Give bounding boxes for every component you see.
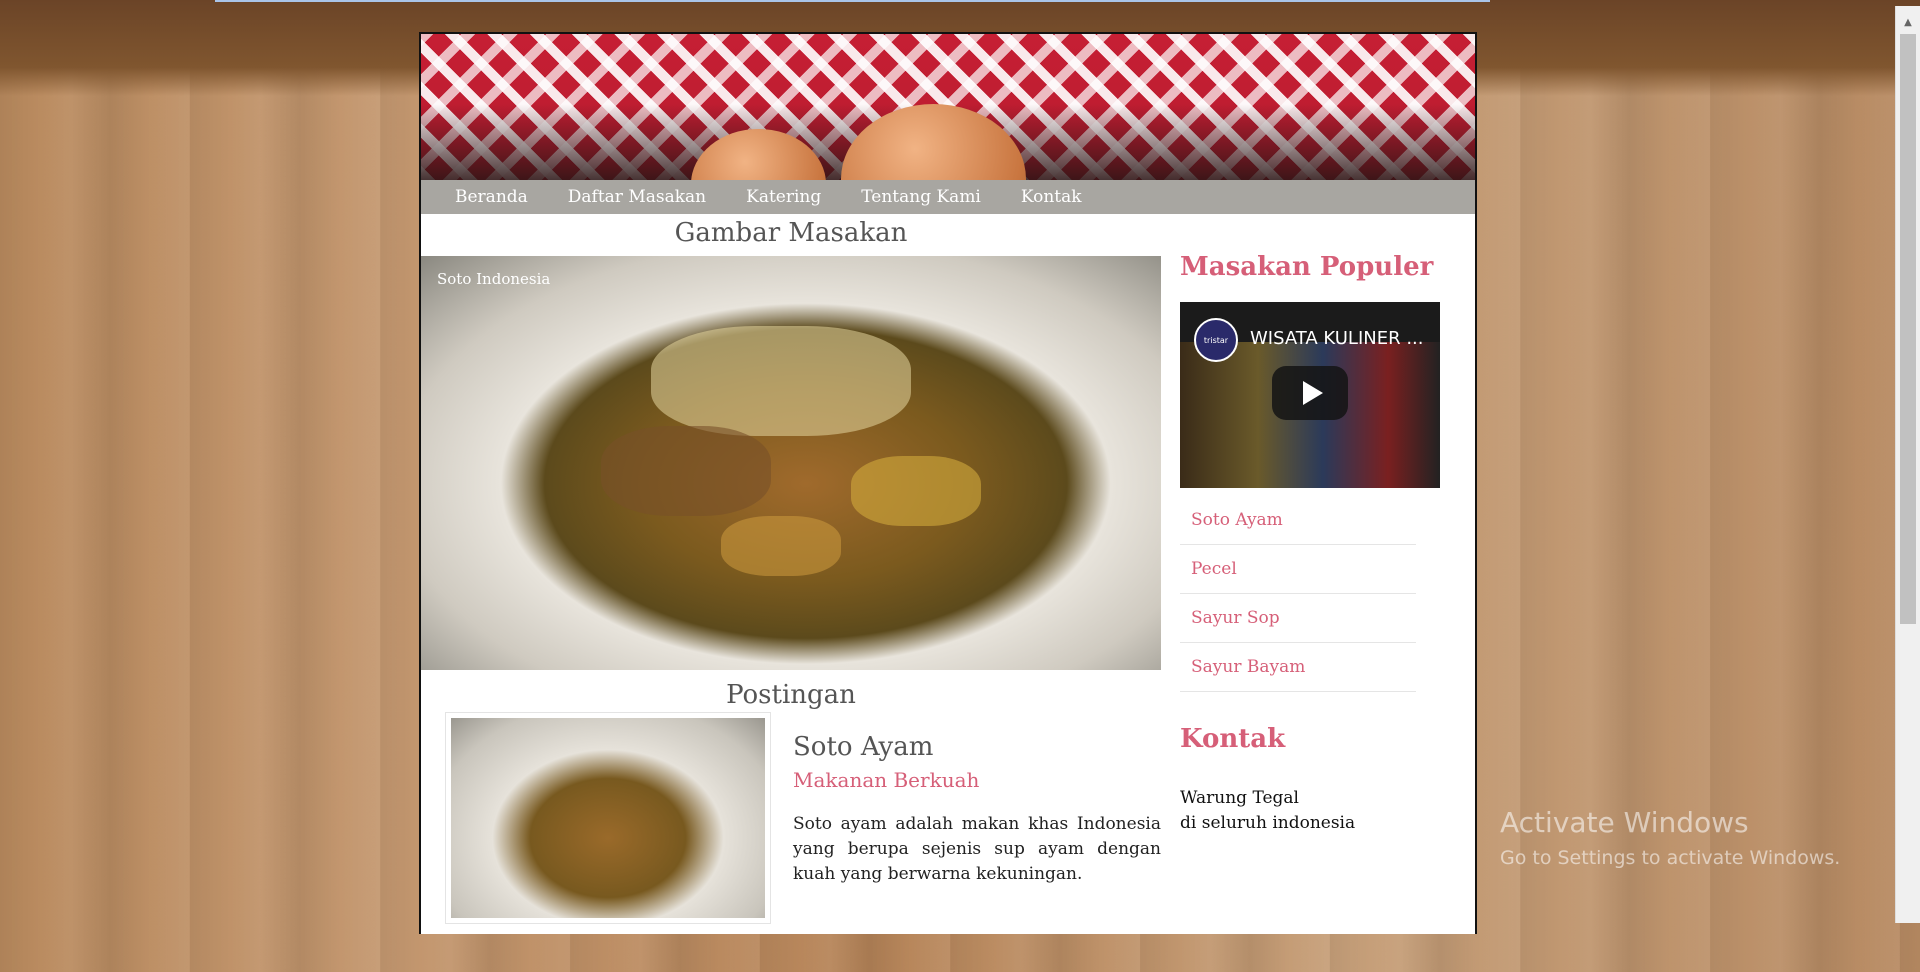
- contact-title: Kontak: [1180, 724, 1286, 754]
- main-nav: Beranda Daftar Masakan Katering Tentang …: [421, 180, 1475, 214]
- page-container: Beranda Daftar Masakan Katering Tentang …: [419, 32, 1477, 934]
- post-body: Soto ayam adalah makan khas Indonesia ya…: [793, 814, 1161, 884]
- nav-daftar-masakan[interactable]: Daftar Masakan: [568, 187, 706, 207]
- contact-line: Warung Tegal: [1180, 788, 1299, 808]
- nav-beranda[interactable]: Beranda: [455, 187, 528, 207]
- list-item: Pecel: [1180, 545, 1416, 594]
- video-embed[interactable]: tristar WISATA KULINER ...: [1180, 302, 1440, 488]
- contact-line: di seluruh indonesia: [1180, 813, 1356, 833]
- nav-kontak[interactable]: Kontak: [1021, 187, 1082, 207]
- posts-title: Postingan: [726, 680, 856, 710]
- channel-avatar[interactable]: tristar: [1194, 318, 1238, 362]
- hero-caption: Soto Indonesia: [437, 270, 551, 288]
- video-title[interactable]: WISATA KULINER ...: [1250, 328, 1423, 349]
- contact-info: Warung Tegal di seluruh indonesia: [1180, 786, 1355, 836]
- gallery-title: Gambar Masakan: [674, 218, 908, 248]
- nav-katering[interactable]: Katering: [746, 187, 821, 207]
- popular-link-sayur-bayam[interactable]: Sayur Bayam: [1191, 657, 1305, 677]
- play-icon[interactable]: [1272, 366, 1348, 420]
- list-item: Sayur Sop: [1180, 594, 1416, 643]
- popular-link-pecel[interactable]: Pecel: [1191, 559, 1237, 579]
- main-content: Gambar Masakan Soto Indonesia Postingan …: [421, 214, 1161, 954]
- popular-link-sayur-sop[interactable]: Sayur Sop: [1191, 608, 1280, 628]
- list-item: Sayur Bayam: [1180, 643, 1416, 692]
- popular-title: Masakan Populer: [1180, 252, 1434, 282]
- post-title[interactable]: Soto Ayam: [793, 732, 933, 762]
- post-thumbnail[interactable]: [445, 712, 771, 924]
- popular-list: Soto Ayam Pecel Sayur Sop Sayur Bayam: [1180, 496, 1416, 692]
- nav-tentang-kami[interactable]: Tentang Kami: [861, 187, 981, 207]
- page-scrollbar[interactable]: ▲: [1895, 6, 1920, 923]
- scroll-thumb[interactable]: [1900, 34, 1916, 624]
- list-item: Soto Ayam: [1180, 496, 1416, 545]
- browser-top-line: [215, 0, 1490, 2]
- activate-windows-watermark: Activate Windows Go to Settings to activ…: [1500, 806, 1841, 869]
- scroll-up-arrow-icon[interactable]: ▲: [1896, 12, 1920, 32]
- header-banner: [421, 34, 1475, 180]
- post-item: Soto Ayam Makanan Berkuah Soto ayam adal…: [445, 712, 1161, 972]
- post-subtitle: Makanan Berkuah: [793, 768, 980, 792]
- popular-link-soto-ayam[interactable]: Soto Ayam: [1191, 510, 1283, 530]
- hero-image-soto[interactable]: Soto Indonesia: [421, 256, 1161, 670]
